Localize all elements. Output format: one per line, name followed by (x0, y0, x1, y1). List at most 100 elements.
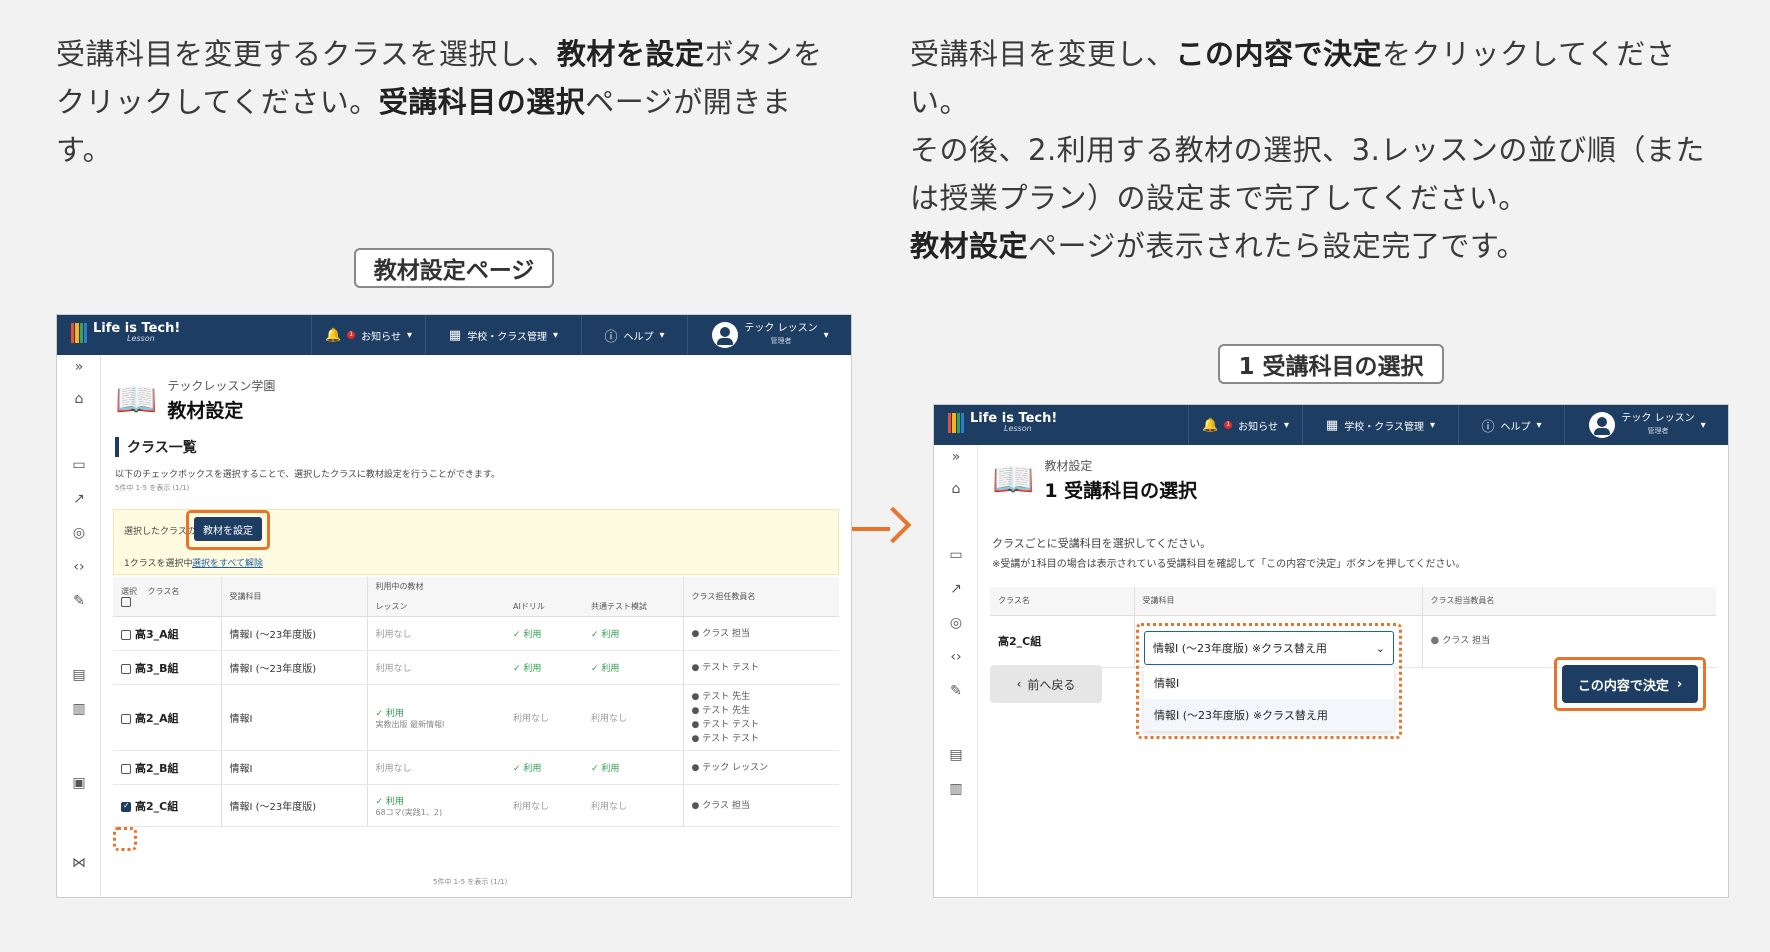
edit-doc-icon[interactable]: ▥ (934, 781, 978, 797)
table-row: 高3_A組 情報Ⅰ (〜23年度版) 利用なし ✓ 利用 ✓ 利用 ● クラス 担当 (113, 616, 839, 651)
nav-label: ヘルプ (1500, 421, 1531, 433)
trend-icon[interactable]: ↗ (57, 491, 101, 507)
count-bottom: 5件中 1-5 を表示 (1/1) (433, 878, 508, 886)
nav-school[interactable]: ▦ 学校・クラス管理 ▾ (1302, 405, 1458, 445)
caret-down-icon: ▾ (823, 329, 829, 341)
caret-down-icon: ▾ (1430, 419, 1436, 431)
lesson-status: ✓ 利用 (375, 796, 404, 807)
teacher-name: ● テスト テスト (691, 662, 760, 673)
confirm-button[interactable]: この内容で決定 › (1562, 665, 1698, 703)
instr-bold: この内容で決定 (1175, 37, 1383, 71)
row-checkbox[interactable] (121, 663, 131, 674)
docs-icon[interactable]: ▤ (934, 747, 978, 763)
teacher-name: ● クラス 担当 (691, 628, 750, 639)
instr-text: ページが表示されたら設定完了です。 (1028, 229, 1527, 263)
row-checkbox[interactable] (121, 713, 131, 724)
pencil-icon[interactable]: ✎ (934, 683, 978, 699)
monitor-icon[interactable]: ▭ (57, 457, 101, 473)
caret-down-icon: ▾ (1700, 419, 1706, 431)
nav-user[interactable]: テック レッスン 管理者 ▾ (1564, 405, 1728, 445)
nav-label: 学校・クラス管理 (1344, 421, 1425, 433)
row-checkbox[interactable] (121, 801, 131, 812)
table-row: 高2_B組 情報Ⅰ 利用なし ✓ 利用 ✓ 利用 ● テック レッスン (113, 750, 839, 785)
subject: 情報Ⅰ (〜23年度版) (229, 664, 317, 675)
nav-help[interactable]: ⓘ ヘルプ ▾ (581, 315, 687, 355)
set-material-button[interactable]: 教材を設定 (194, 517, 262, 541)
col-class-name: クラス名 (147, 587, 180, 596)
col-select-label: 選択 (121, 587, 137, 596)
logo-icon (71, 322, 87, 343)
row-checkbox[interactable] (121, 763, 131, 774)
lesson-status: ✓ 利用 (375, 708, 404, 719)
caret-down-icon: ▾ (659, 329, 665, 341)
nav-help[interactable]: ⓘ ヘルプ ▾ (1458, 405, 1564, 445)
subject: 情報Ⅰ (〜23年度版) (229, 630, 317, 641)
back-label: 前へ戻る (1027, 677, 1076, 692)
bell-icon: 🔔 (1201, 417, 1219, 433)
instruction-right: 受講科目を変更し、この内容で決定をクリックしてください。 その後、2.利用する教… (910, 30, 1730, 270)
collapse-icon[interactable]: ⋈ (57, 855, 101, 871)
top-bar: Life is Tech! Lesson 🔔 1 お知らせ ▾ ▦ 学校・クラス管理 ▾ … (57, 315, 851, 355)
nav-label: お知らせ (1238, 421, 1278, 433)
instr-bold: 教材設定 (910, 229, 1029, 263)
user-role: 管理者 (770, 337, 792, 345)
teacher-name: ● テスト 先生 (691, 705, 751, 716)
highlight-select (1136, 623, 1402, 739)
instr-bold: 教材を設定 (556, 37, 705, 71)
breadcrumb: 教材設定 (1044, 459, 1093, 473)
monitor-icon[interactable]: ▭ (934, 547, 978, 563)
teacher-name: ● テスト テスト (691, 719, 760, 730)
test-status: ✓ 利用 (591, 764, 620, 774)
code-icon[interactable]: ‹› (57, 559, 101, 575)
code-icon[interactable]: ‹› (934, 649, 978, 665)
nav-user[interactable]: テック レッスン 管理者 ▾ (687, 315, 851, 355)
logo: Life is Tech! Lesson (71, 322, 180, 343)
ai-drill-status: ✓ 利用 (513, 664, 542, 674)
docs-icon[interactable]: ▤ (57, 667, 101, 683)
caret-down-icon: ▾ (1283, 419, 1290, 431)
chart-icon[interactable]: ▣ (57, 775, 101, 791)
home-icon[interactable]: ⌂ (934, 481, 978, 497)
class-name: 高3_A組 (135, 627, 179, 641)
subject: 情報Ⅰ (229, 714, 253, 725)
class-name: 高2_B組 (135, 761, 179, 775)
col-subject: 受講科目 (1134, 587, 1423, 616)
test-status: 利用なし (591, 714, 628, 724)
class-name: 高2_C組 (135, 799, 179, 813)
table-row: 高2_C組 情報Ⅰ (〜23年度版) ✓ 利用68コマ(実践1、2) 利用なし 利用なし… (113, 784, 839, 827)
class-name: 高3_B組 (135, 661, 179, 675)
col-class-name: クラス名 (990, 587, 1135, 616)
nav-label: お知らせ (361, 331, 401, 343)
check-circle-icon[interactable]: ◎ (934, 615, 978, 631)
nav-school[interactable]: ▦ 学校・クラス管理 ▾ (425, 315, 581, 355)
nav-notice[interactable]: 🔔 1 お知らせ ▾ (1188, 405, 1302, 445)
expand-icon[interactable]: » (57, 359, 101, 375)
caret-down-icon: ▾ (553, 329, 559, 341)
note: ※受講が1科目の場合は表示されている受講科目を確認して「この内容で決定」ボタンを… (992, 559, 1466, 570)
col-common-test: 共通テスト模試 (583, 577, 684, 617)
building-icon: ▦ (448, 327, 462, 343)
col-teachers: クラス担任教員名 (683, 577, 839, 617)
select-all-checkbox[interactable] (121, 597, 131, 607)
home-icon[interactable]: ⌂ (57, 391, 101, 407)
teacher-name: ● クラス 担当 (691, 800, 750, 811)
page-title: 教材設定 (167, 400, 244, 422)
table-row: 高2_A組 情報Ⅰ ✓ 利用 実教出版 最新情報Ⅰ 利用なし 利用なし ● テスト 先生 ● … (113, 684, 839, 751)
ai-drill-status: 利用なし (513, 714, 550, 724)
back-button[interactable]: ‹ 前へ戻る (990, 665, 1102, 703)
clear-all-link[interactable]: 選択をすべて解除 (192, 556, 263, 569)
expand-icon[interactable]: » (934, 449, 978, 465)
user-name: テック レッスン (1621, 413, 1695, 424)
edit-doc-icon[interactable]: ▥ (57, 701, 101, 717)
trend-icon[interactable]: ↗ (934, 581, 978, 597)
nav-notice[interactable]: 🔔 1 お知らせ ▾ (311, 315, 425, 355)
pencil-icon[interactable]: ✎ (57, 593, 101, 609)
lesson-detail: 実教出版 最新情報Ⅰ (375, 719, 445, 729)
table-row: 高3_B組 情報Ⅰ (〜23年度版) 利用なし ✓ 利用 ✓ 利用 ● テスト テスト (113, 650, 839, 685)
check-circle-icon[interactable]: ◎ (57, 525, 101, 541)
col-ai-drill: AIドリル (505, 577, 583, 617)
help-icon: ⓘ (604, 329, 618, 345)
row-checkbox[interactable] (121, 629, 131, 640)
sidebar: » ⌂ ▭ ↗ ◎ ‹› ✎ ▤ ▥ (934, 445, 978, 897)
test-status: ✓ 利用 (591, 630, 620, 640)
